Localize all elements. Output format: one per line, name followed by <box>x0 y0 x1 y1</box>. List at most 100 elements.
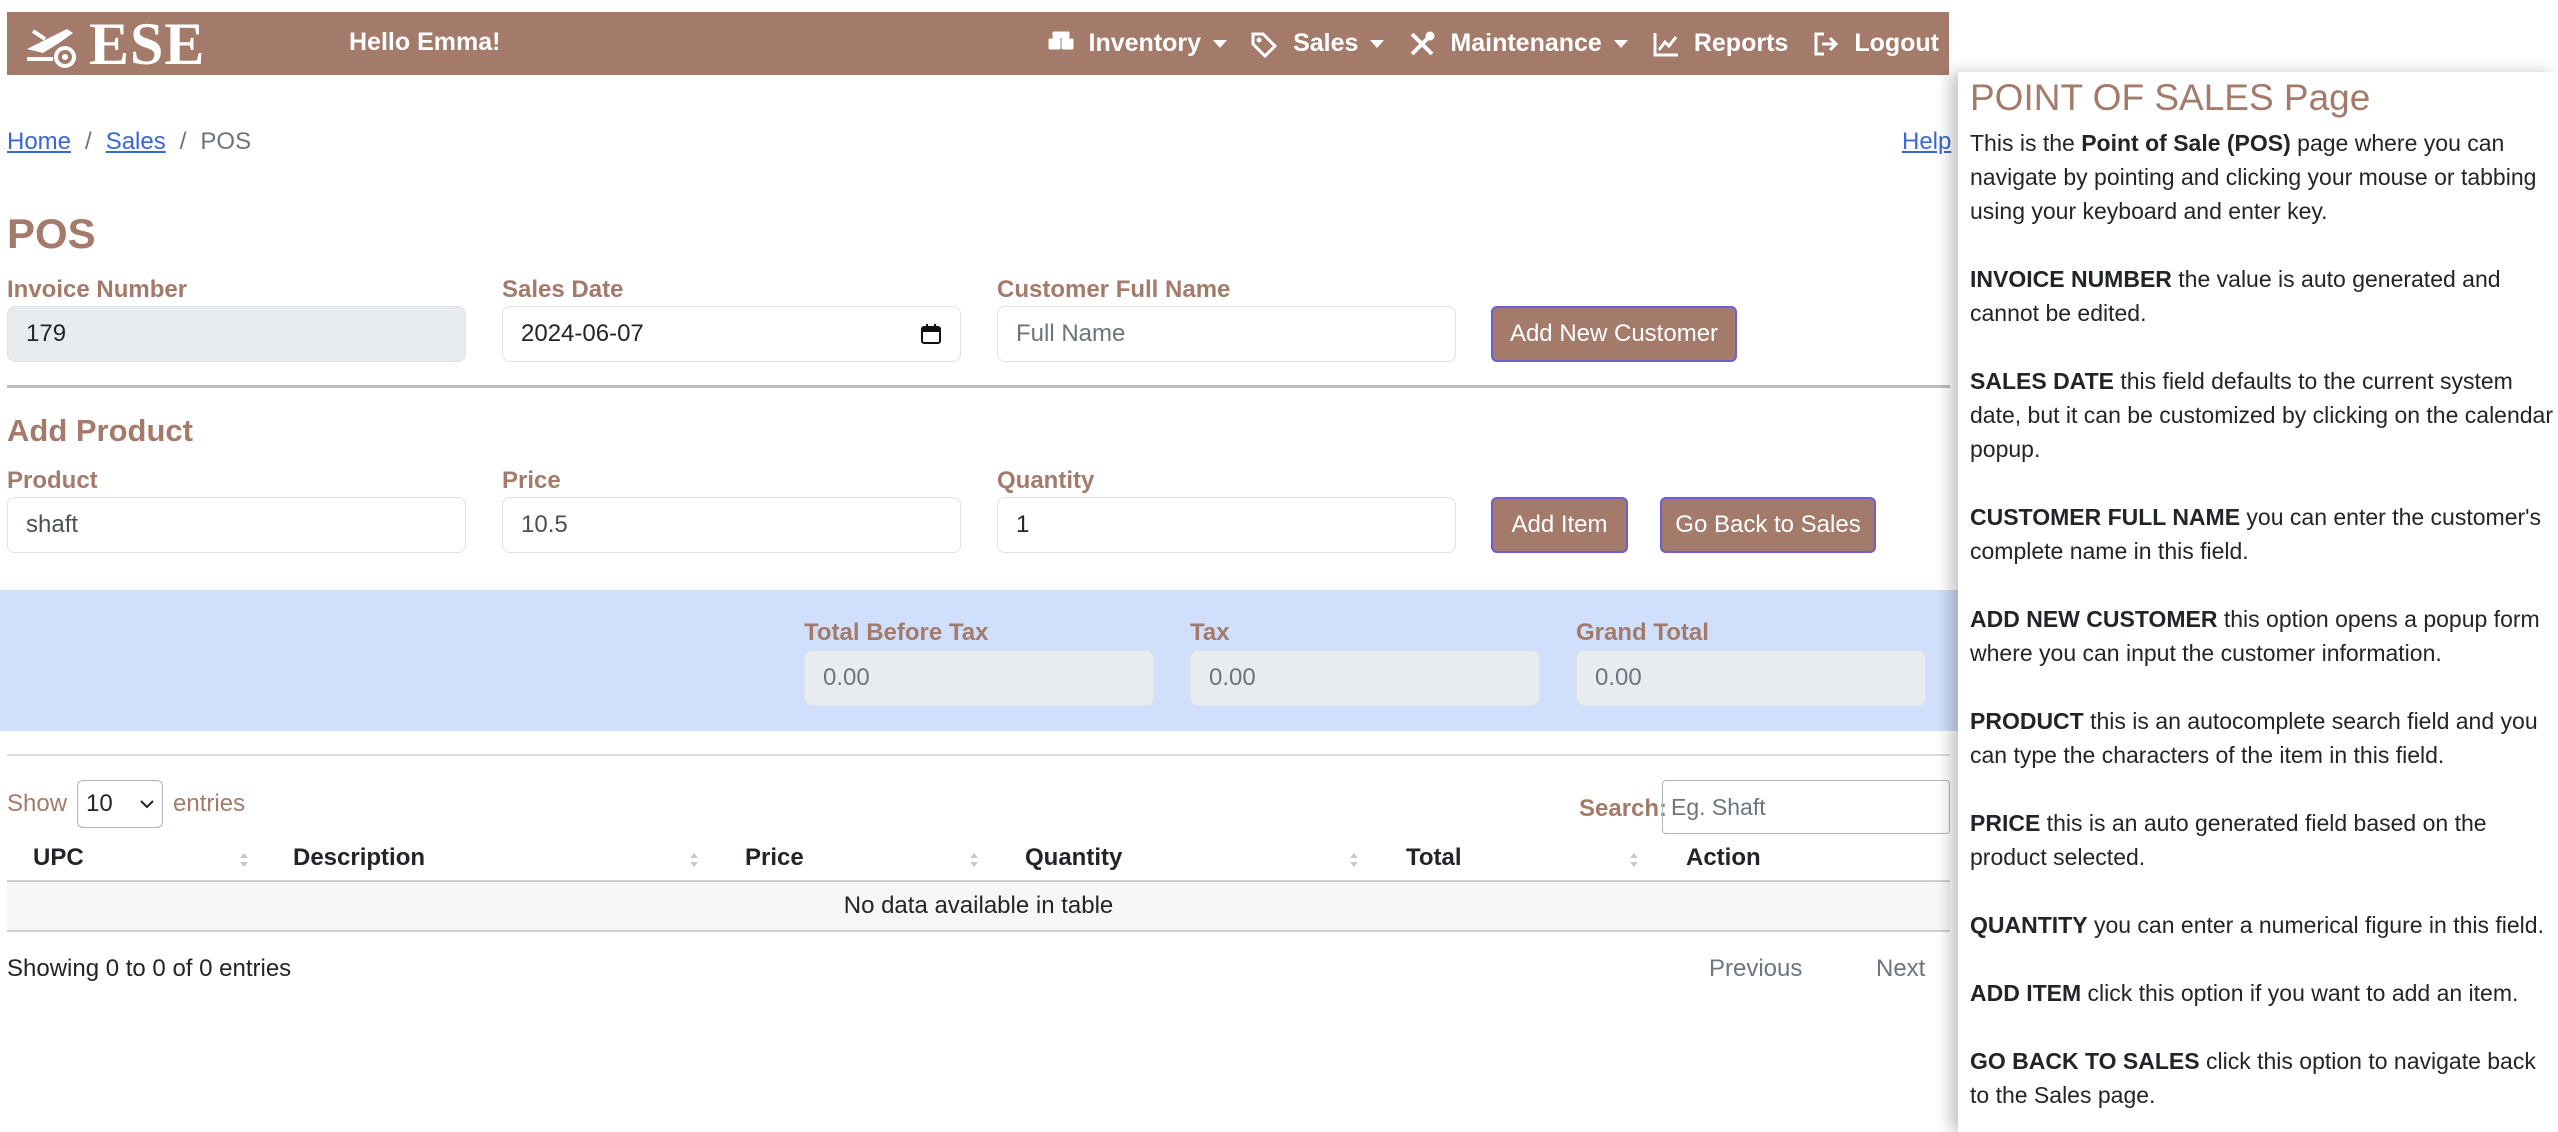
quantity-input[interactable]: 1 <box>997 497 1456 553</box>
column-header-upc[interactable]: UPC <box>33 844 84 872</box>
help-title: POINT OF SALES Page <box>1970 77 2371 118</box>
nav-reports[interactable]: Reports <box>1652 29 1788 58</box>
add-product-title: Add Product <box>7 413 193 448</box>
grand-total-field: 0.00 <box>1576 650 1926 706</box>
brand-logo-icon <box>27 28 76 68</box>
nav-sales-label: Sales <box>1293 29 1359 57</box>
sort-icon[interactable] <box>239 850 249 870</box>
go-back-to-sales-button[interactable]: Go Back to Sales <box>1660 497 1876 553</box>
help-entry: CUSTOMER FULL NAME you can enter the cus… <box>1970 500 2558 568</box>
total-before-tax-value: 0.00 <box>823 664 870 691</box>
divider <box>7 754 1950 756</box>
page-size-select[interactable]: 10 <box>77 780 164 828</box>
pagination-next[interactable]: Next <box>1876 955 1925 983</box>
table-info: Showing 0 to 0 of 0 entries <box>7 955 292 982</box>
sort-icon[interactable] <box>689 850 699 870</box>
breadcrumb: Home / Sales / POS <box>7 128 251 156</box>
search-input[interactable]: Eg. Shaft <box>1662 780 1950 834</box>
sort-icon[interactable] <box>1629 850 1639 870</box>
sort-icon[interactable] <box>969 850 979 870</box>
help-term: GO BACK TO SALES <box>1970 1048 2200 1074</box>
product-value: shaft <box>26 511 79 538</box>
search-placeholder: Eg. Shaft <box>1671 793 1766 820</box>
column-header-price[interactable]: Price <box>745 844 804 872</box>
caret-down-icon <box>1213 39 1228 48</box>
breadcrumb-separator: / <box>179 128 187 155</box>
show-label: Show <box>7 790 68 817</box>
nav-reports-label: Reports <box>1693 29 1789 57</box>
add-new-customer-button[interactable]: Add New Customer <box>1491 306 1737 362</box>
caret-down-icon <box>1370 39 1385 48</box>
help-term: ADD NEW CUSTOMER <box>1970 606 2218 632</box>
tax-value: 0.00 <box>1209 664 1256 691</box>
column-header-total[interactable]: Total <box>1406 844 1462 872</box>
help-entry: INVOICE NUMBER the value is auto generat… <box>1970 262 2558 330</box>
help-panel: POINT OF SALES Page This is the Point of… <box>1958 72 2558 1132</box>
price-value: 10.5 <box>521 511 568 538</box>
help-term: ADD ITEM <box>1970 980 2082 1006</box>
pagination-previous[interactable]: Previous <box>1709 955 1802 983</box>
help-term: CUSTOMER FULL NAME <box>1970 504 2241 530</box>
help-intro: This is the Point of Sale (POS) page whe… <box>1970 126 2558 228</box>
nav-maintenance[interactable]: Maintenance <box>1408 29 1628 58</box>
help-entry: SALES DATE this field defaults to the cu… <box>1970 364 2558 466</box>
calendar-icon[interactable] <box>920 323 942 345</box>
empty-message: No data available in table <box>843 892 1114 919</box>
grand-total-value: 0.00 <box>1595 664 1642 691</box>
quantity-value: 1 <box>1016 511 1030 538</box>
nav-inventory[interactable]: Inventory <box>1047 29 1228 58</box>
nav-logout[interactable]: Logout <box>1812 29 1939 58</box>
sort-icon[interactable] <box>1349 850 1359 870</box>
help-entry: ADD NEW CUSTOMER this option opens a pop… <box>1970 602 2558 670</box>
table-header: UPC Description Price Quantity Total Act… <box>7 840 1950 882</box>
tax-field: 0.00 <box>1190 650 1540 706</box>
brand[interactable]: ESE <box>23 14 205 74</box>
boxes-icon <box>1048 31 1074 49</box>
help-term: PRODUCT <box>1970 708 2084 734</box>
quantity-label: Quantity <box>997 467 1095 494</box>
total-before-tax-field: 0.00 <box>804 650 1154 706</box>
help-entry: GO BACK TO SALES click this option to na… <box>1970 1044 2558 1112</box>
grand-total-label: Grand Total <box>1576 619 1709 646</box>
help-entry: PRICE this is an auto generated field ba… <box>1970 806 2558 874</box>
search-label: Search: <box>1579 795 1668 822</box>
chart-line-icon <box>1653 32 1678 56</box>
help-text: click this option if you want to add an … <box>2081 980 2519 1006</box>
page-title: POS <box>7 210 96 257</box>
tags-icon <box>1251 32 1278 58</box>
nav-logout-label: Logout <box>1854 29 1939 57</box>
greeting-text: Hello Emma! <box>349 28 501 56</box>
product-input[interactable]: shaft <box>7 497 466 553</box>
sign-out-icon <box>1814 32 1839 55</box>
nav-maintenance-label: Maintenance <box>1450 29 1602 57</box>
help-entry: PRODUCT this is an autocomplete search f… <box>1970 704 2558 772</box>
nav-sales[interactable]: Sales <box>1251 29 1385 58</box>
help-link[interactable]: Help <box>1902 128 1951 156</box>
column-header-quantity[interactable]: Quantity <box>1025 844 1122 872</box>
column-header-action: Action <box>1686 844 1761 871</box>
help-entry: ADD ITEM click this option if you want t… <box>1970 976 2558 1010</box>
sales-date-value: 2024-06-07 <box>521 320 644 347</box>
breadcrumb-separator: / <box>85 128 92 155</box>
add-item-button[interactable]: Add Item <box>1491 497 1628 553</box>
nav-inventory-label: Inventory <box>1088 29 1202 57</box>
sales-date-input[interactable]: 2024-06-07 <box>502 306 961 362</box>
help-intro-pre: This is the <box>1970 130 2082 156</box>
help-term: PRICE <box>1970 810 2041 836</box>
invoice-number-value: 179 <box>26 320 67 347</box>
price-label: Price <box>502 467 561 494</box>
help-term: INVOICE NUMBER <box>1970 266 2172 292</box>
help-entry: QUANTITY you can enter a numerical figur… <box>1970 908 2558 942</box>
entries-label: entries <box>173 790 246 817</box>
total-before-tax-label: Total Before Tax <box>804 619 989 646</box>
tax-label: Tax <box>1190 619 1230 646</box>
table-empty-row: No data available in table <box>7 882 1950 932</box>
top-navbar: ESE Hello Emma! Inventory Sales Maintena… <box>7 12 1949 75</box>
caret-down-icon <box>1613 39 1628 48</box>
breadcrumb-sales-link[interactable]: Sales <box>106 128 166 156</box>
breadcrumb-home-link[interactable]: Home <box>7 128 71 156</box>
customer-name-input[interactable]: Full Name <box>997 306 1456 362</box>
column-header-description[interactable]: Description <box>293 844 425 872</box>
customer-name-label: Customer Full Name <box>997 276 1231 303</box>
brand-name: ESE <box>89 10 206 77</box>
